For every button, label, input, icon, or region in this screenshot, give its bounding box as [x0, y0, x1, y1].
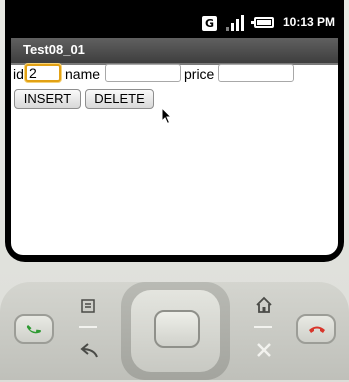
id-label: id	[13, 66, 24, 82]
hardware-controls	[0, 282, 349, 382]
network-badge: G	[202, 16, 217, 31]
app-title-bar: Test08_01	[11, 38, 338, 65]
form-row: id name price	[11, 63, 338, 87]
price-label: price	[184, 66, 215, 82]
name-input[interactable]	[105, 64, 181, 82]
app-title: Test08_01	[23, 42, 85, 57]
call-icon	[26, 325, 41, 334]
status-time: 10:13 PM	[283, 15, 336, 29]
emulator-device: G 10:13 PM Test08_01 id name price	[0, 0, 349, 382]
id-input[interactable]	[25, 64, 61, 82]
dpad-center-button[interactable]	[154, 310, 200, 348]
delete-button[interactable]: DELETE	[85, 89, 154, 109]
separator	[79, 326, 97, 328]
home-icon[interactable]	[255, 296, 273, 314]
mouse-pointer-icon	[161, 107, 173, 125]
end-call-button[interactable]	[296, 314, 336, 344]
status-bar: G 10:13 PM	[11, 8, 338, 38]
back-icon[interactable]	[80, 341, 100, 359]
name-label: name	[65, 66, 101, 82]
separator	[254, 326, 272, 328]
battery-icon	[251, 17, 274, 28]
end-call-icon	[309, 326, 325, 333]
insert-button[interactable]: INSERT	[14, 89, 81, 109]
device-screen: G 10:13 PM Test08_01 id name price	[11, 8, 338, 255]
call-button[interactable]	[14, 314, 54, 344]
search-icon[interactable]	[255, 341, 273, 359]
price-input[interactable]	[218, 64, 294, 82]
signal-bars-icon	[226, 15, 244, 31]
menu-icon[interactable]	[80, 298, 96, 314]
